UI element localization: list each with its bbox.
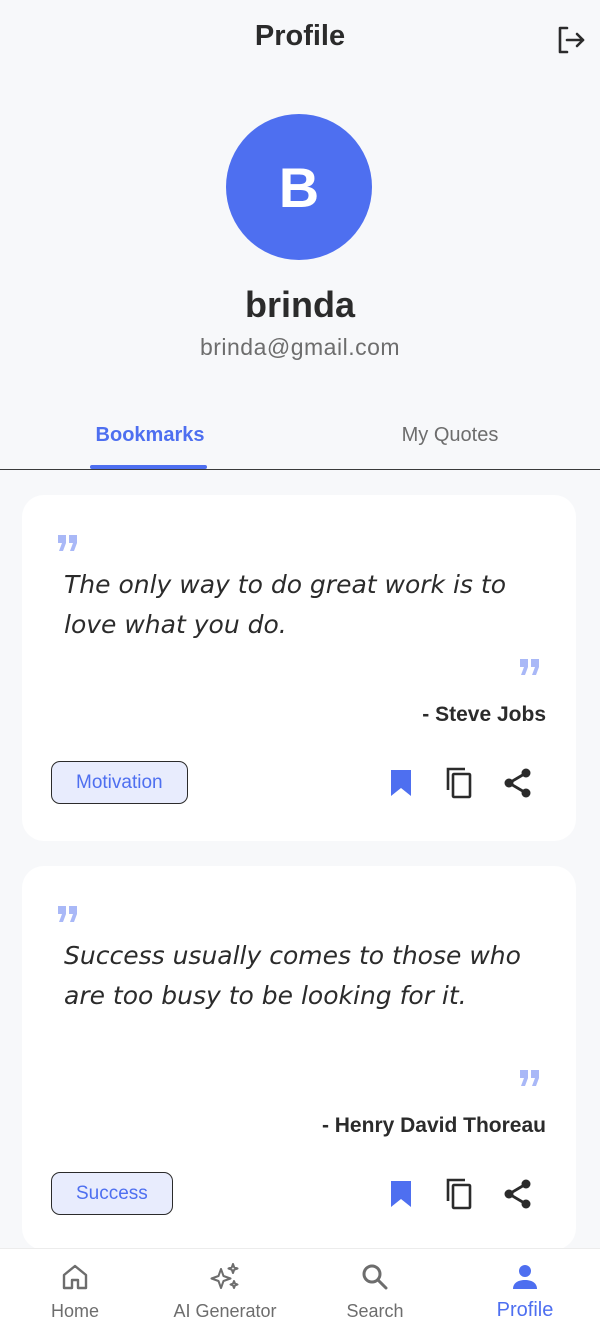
avatar: B	[226, 114, 372, 260]
logout-button[interactable]	[552, 22, 588, 58]
active-tab-indicator	[90, 465, 207, 469]
copy-icon	[446, 767, 472, 799]
profile-email: brinda@gmail.com	[199, 334, 401, 360]
open-quote-icon	[58, 906, 77, 922]
nav-item-ai-generator[interactable]: AI Generator	[150, 1249, 300, 1332]
app-header: Profile	[0, 0, 600, 78]
logout-icon	[558, 26, 585, 54]
share-icon	[504, 1179, 531, 1209]
share-icon	[504, 768, 531, 798]
bookmark-icon	[391, 770, 411, 796]
bookmark-button[interactable]	[381, 763, 421, 803]
bottom-navigation: Home AI Generator Search Profile	[0, 1248, 600, 1332]
bookmark-button[interactable]	[381, 1174, 421, 1214]
category-tag[interactable]: Success	[51, 1172, 173, 1215]
bookmark-icon	[391, 1181, 411, 1207]
nav-label-ai-generator: AI Generator	[173, 1301, 277, 1321]
person-icon	[509, 1261, 541, 1293]
close-quote-icon	[520, 659, 539, 675]
share-button[interactable]	[498, 763, 538, 803]
home-icon	[59, 1261, 91, 1293]
copy-button[interactable]	[439, 1174, 479, 1214]
profile-name: brinda	[244, 284, 355, 325]
quote-card: Success usually comes to those who are t…	[22, 866, 576, 1250]
close-quote-icon	[520, 1070, 539, 1086]
profile-tabs: Bookmarks My Quotes	[0, 400, 600, 470]
quote-card: The only way to do great work is to love…	[22, 495, 576, 841]
quote-text: Success usually comes to those who are t…	[64, 941, 521, 1010]
tab-bookmarks[interactable]: Bookmarks	[0, 400, 300, 470]
nav-label-search: Search	[346, 1301, 404, 1321]
nav-item-search[interactable]: Search	[300, 1249, 450, 1332]
nav-item-profile[interactable]: Profile	[450, 1249, 600, 1332]
nav-label-home: Home	[50, 1301, 99, 1321]
copy-button[interactable]	[439, 763, 479, 803]
sparkle-icon	[209, 1261, 241, 1293]
quote-author: - Steve Jobs	[422, 703, 546, 726]
quote-text: The only way to do great work is to love…	[64, 570, 506, 639]
quote-author: - Henry David Thoreau	[321, 1114, 546, 1137]
search-icon	[359, 1261, 391, 1293]
tab-my-quotes[interactable]: My Quotes	[300, 400, 600, 470]
share-button[interactable]	[498, 1174, 538, 1214]
category-tag[interactable]: Motivation	[51, 761, 188, 804]
open-quote-icon	[58, 535, 77, 551]
nav-item-home[interactable]: Home	[0, 1249, 150, 1332]
nav-label-profile: Profile	[496, 1299, 554, 1321]
copy-icon	[446, 1178, 472, 1210]
page-title: Profile	[254, 20, 346, 52]
